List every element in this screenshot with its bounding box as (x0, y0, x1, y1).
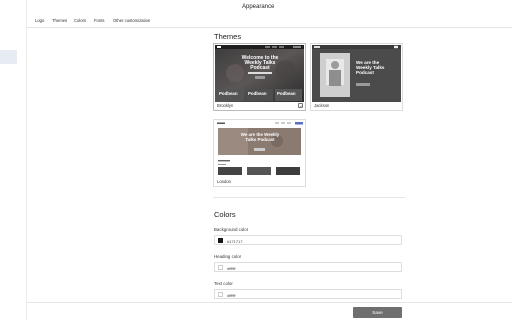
appearance-content: Themes Welcome to the Weekly Talks Podca… (213, 27, 405, 305)
london-preview-image: We are the Weekly Talks Podcast (215, 121, 304, 178)
brooklyn-preview-card-2: Podbean (248, 91, 267, 96)
text-color-label: Text color (214, 281, 233, 286)
background-color-swatch[interactable] (218, 238, 223, 243)
london-preview-graphic (215, 121, 304, 178)
background-color-field[interactable]: #171717 (214, 235, 402, 245)
jackson-preview-heading: We are the Weekly Talks Podcast (356, 60, 385, 75)
text-color-value: #ffffff (227, 292, 236, 298)
tab-fonts[interactable]: Fonts (94, 18, 104, 23)
theme-name-brooklyn: Brooklyn (217, 103, 234, 108)
section-divider (213, 197, 405, 198)
tab-bar: Logo Themes Colors Fonts Other customiza… (27, 14, 512, 28)
jackson-preview-image: We are the Weekly Talks Podcast (312, 45, 401, 102)
tab-colors[interactable]: Colors (74, 18, 86, 23)
tab-other-customization[interactable]: Other customization (113, 18, 150, 23)
brooklyn-preview-image: Welcome to the Weekly Talks Podcast Podb… (215, 45, 304, 102)
tab-logo[interactable]: Logo (35, 18, 44, 23)
text-color-swatch[interactable] (218, 292, 223, 297)
check-icon (298, 103, 303, 108)
heading-color-swatch[interactable] (218, 265, 223, 270)
theme-name-london: London (217, 179, 231, 184)
brooklyn-preview-card-3: Podbean (277, 91, 296, 96)
theme-name-jackson: Jackson (314, 103, 330, 108)
heading-color-field[interactable]: #ffffff (214, 262, 402, 272)
page-title: Appearance (242, 4, 275, 10)
heading-color-value: #ffffff (227, 265, 236, 271)
footer-bar: Save (27, 302, 512, 321)
themes-section-title: Themes (214, 32, 242, 41)
left-sidebar (0, 0, 27, 320)
save-button[interactable]: Save (353, 307, 402, 318)
sidebar-active-item[interactable] (0, 50, 17, 64)
london-preview-heading: We are the Weekly Talks Podcast (240, 132, 280, 142)
brooklyn-preview-card-1: Podbean (219, 91, 238, 96)
background-color-label: Background color (214, 227, 249, 232)
theme-card-brooklyn[interactable]: Welcome to the Weekly Talks Podcast Podb… (213, 43, 306, 111)
brooklyn-preview-heading: Welcome to the Weekly Talks Podcast (241, 55, 279, 72)
background-color-value: #171717 (227, 238, 243, 244)
top-bar: Appearance (27, 0, 512, 15)
theme-card-jackson[interactable]: We are the Weekly Talks Podcast Jackson (310, 43, 403, 111)
heading-color-label: Heading color (214, 254, 242, 259)
colors-section-title: Colors (214, 210, 236, 219)
theme-card-london[interactable]: We are the Weekly Talks Podcast London (213, 119, 306, 187)
tab-themes[interactable]: Themes (52, 18, 67, 23)
text-color-field[interactable]: #ffffff (214, 289, 402, 299)
